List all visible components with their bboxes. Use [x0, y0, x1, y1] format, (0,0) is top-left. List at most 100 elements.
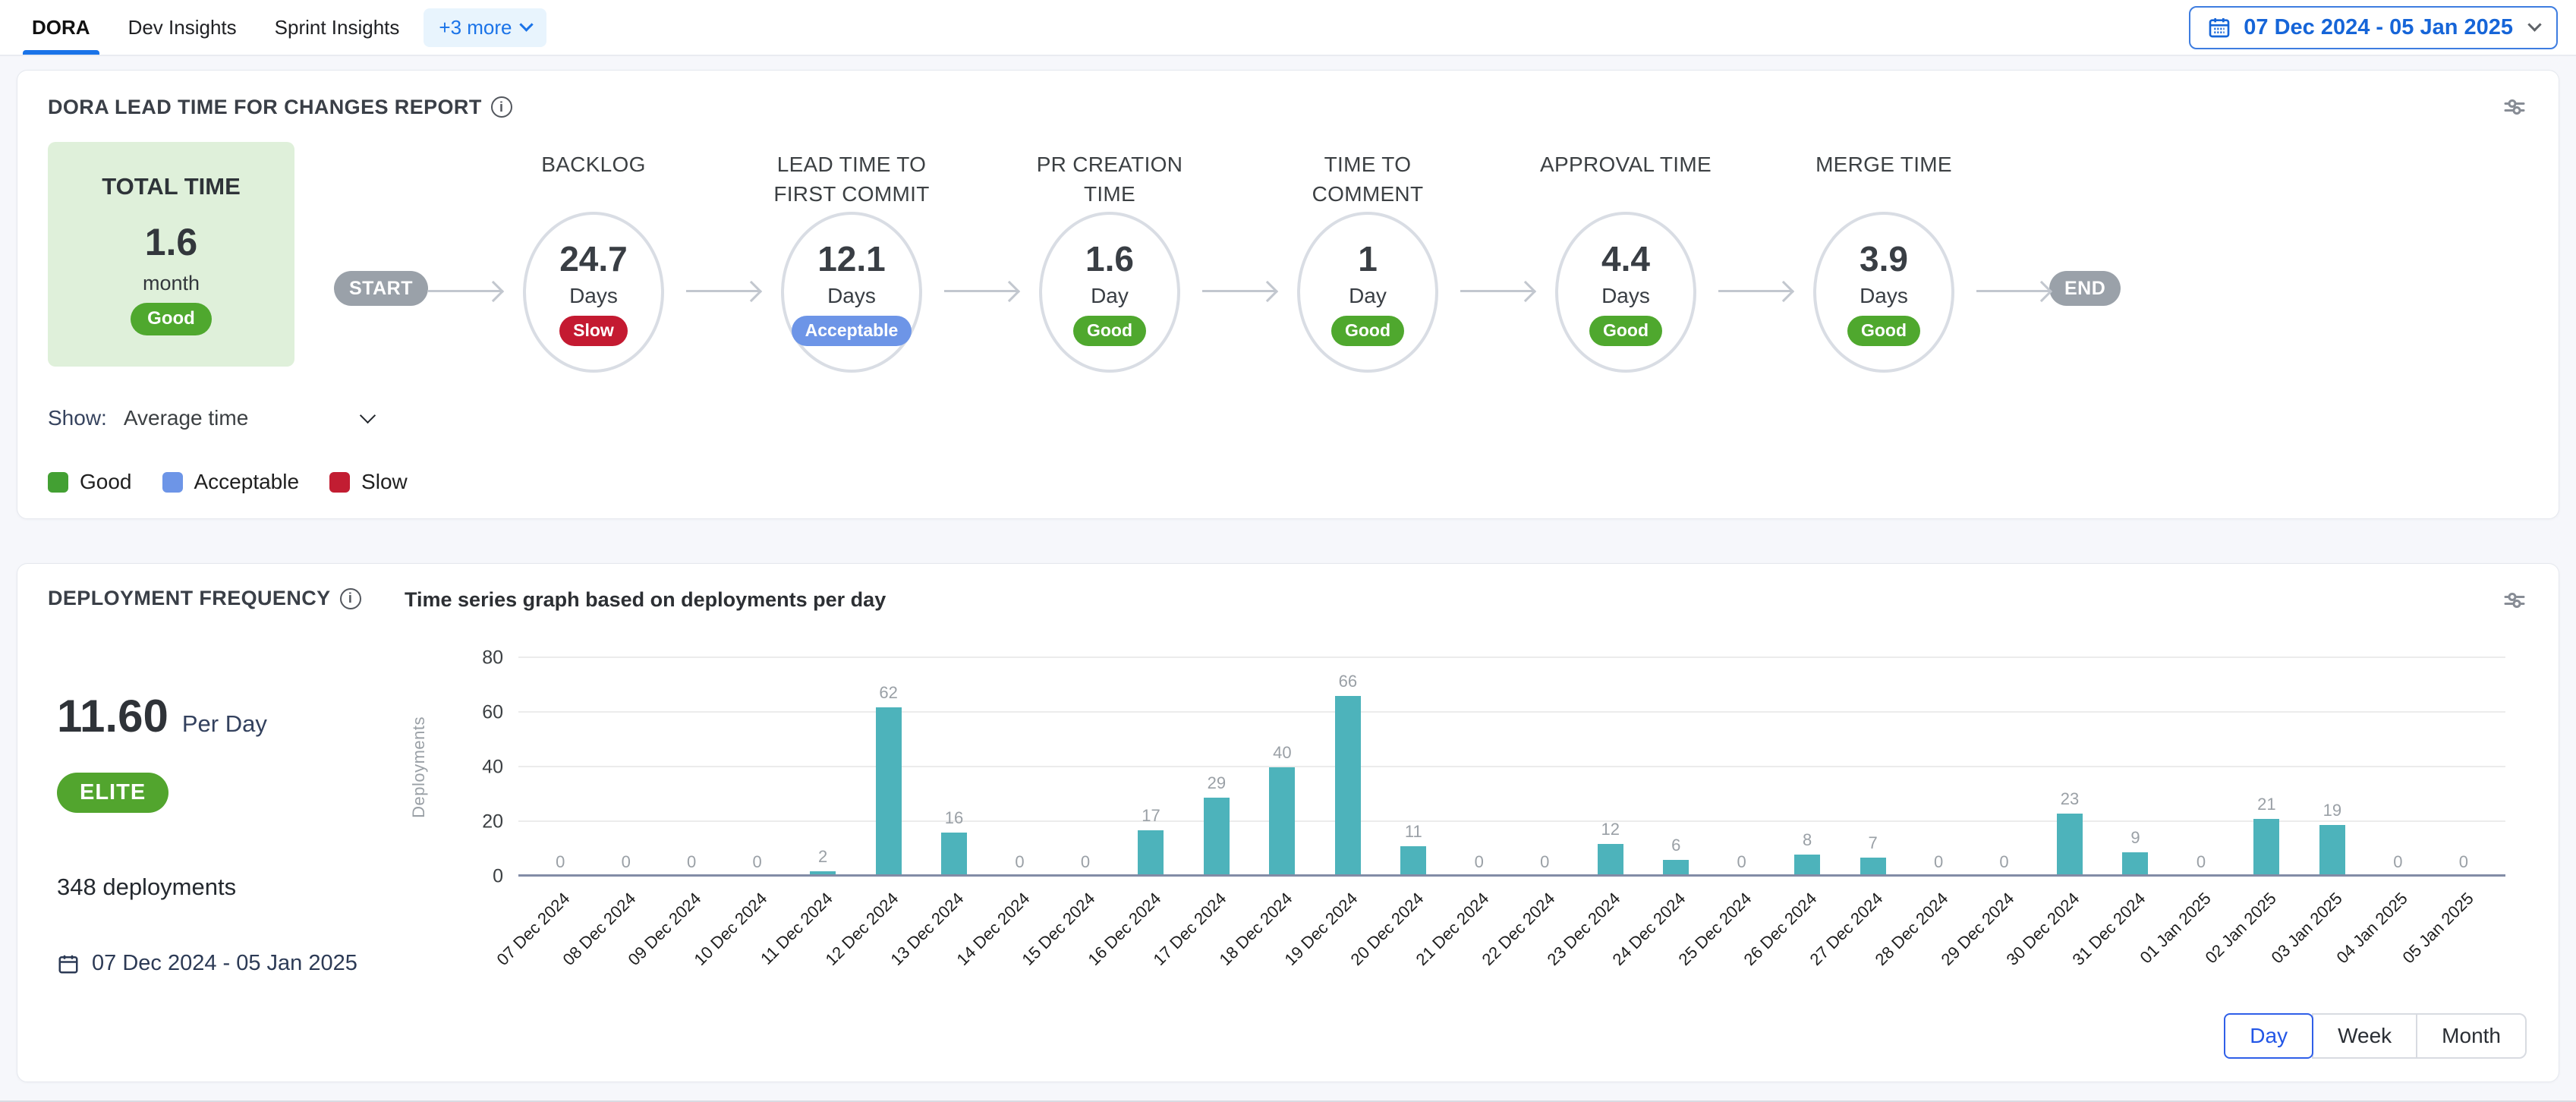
bar-value-label: 0	[556, 852, 565, 872]
stage-unit: Days	[1601, 284, 1650, 308]
chart-bar-slot: 1613 Dec 2024	[921, 658, 987, 877]
deployment-frequency-title: DEPLOYMENT FREQUENCY	[48, 587, 331, 610]
chart-bar-slot: 029 Dec 2024	[1971, 658, 2036, 877]
deployment-bar[interactable]	[2057, 814, 2083, 877]
chart-bar-slot: 4018 Dec 2024	[1249, 658, 1315, 877]
bar-value-label: 0	[1737, 852, 1746, 872]
bar-value-label: 23	[2061, 789, 2079, 809]
y-axis-tick-label: 0	[493, 866, 503, 888]
deployment-bar[interactable]	[1138, 830, 1164, 877]
calendar-icon	[57, 952, 80, 975]
chart-bar-slot: 6619 Dec 2024	[1315, 658, 1381, 877]
top-navigation-bar: DORA Dev Insights Sprint Insights +3 mor…	[0, 0, 2576, 56]
legend-item-good[interactable]: Good	[48, 470, 132, 494]
show-metric-dropdown[interactable]: Average time	[124, 406, 373, 430]
stage-status-badge: Good	[1073, 316, 1146, 346]
tab-dev-insights[interactable]: Dev Insights	[115, 0, 250, 55]
stage-status-badge: Good	[1847, 316, 1920, 346]
stage-title: LEAD TIME TO FIRST COMMIT	[759, 150, 944, 212]
flow-arrow	[944, 290, 1017, 292]
filter-sliders-icon[interactable]	[2501, 587, 2528, 614]
legend-label: Good	[80, 470, 132, 494]
bar-value-label: 0	[2459, 852, 2468, 872]
more-tabs-dropdown[interactable]: +3 more	[424, 8, 546, 47]
deployment-bar[interactable]	[1269, 767, 1295, 877]
bar-value-label: 11	[1405, 822, 1422, 842]
chart-bar-slot: 2330 Dec 2024	[2037, 658, 2102, 877]
chart-plot-area: Deployments 007 Dec 2024008 Dec 2024009 …	[518, 658, 2505, 877]
deployment-bar[interactable]	[2122, 852, 2148, 877]
stage-status-badge: Good	[1331, 316, 1404, 346]
total-time-unit: month	[143, 272, 200, 295]
deployment-bar[interactable]	[1335, 696, 1361, 877]
chart-bar-slot: 022 Dec 2024	[1512, 658, 1577, 877]
chart-bar-slot: 009 Dec 2024	[659, 658, 724, 877]
show-label: Show:	[48, 406, 107, 430]
bar-value-label: 0	[2197, 852, 2206, 872]
deployment-bar[interactable]	[2253, 819, 2279, 877]
chart-bar-slot: 008 Dec 2024	[593, 658, 658, 877]
deployment-bar[interactable]	[1794, 855, 1820, 877]
deployment-bar[interactable]	[1598, 844, 1623, 877]
info-icon[interactable]: i	[340, 588, 361, 609]
tab-dora[interactable]: DORA	[18, 0, 104, 55]
bar-value-label: 2	[818, 847, 827, 867]
bar-value-label: 0	[1081, 852, 1090, 872]
y-axis-tick-label: 80	[482, 647, 503, 669]
stage-node: 24.7 Days Slow	[523, 212, 664, 373]
granularity-month-button[interactable]: Month	[2416, 1013, 2527, 1059]
bar-value-label: 8	[1803, 830, 1812, 850]
flow-arrow	[1202, 290, 1275, 292]
tab-sprint-insights[interactable]: Sprint Insights	[261, 0, 414, 55]
granularity-day-button[interactable]: Day	[2224, 1013, 2313, 1059]
stage-time-to-comment: TIME TO COMMENT 1 Day Good	[1275, 150, 1460, 373]
stage-value: 4.4	[1601, 238, 1650, 279]
deployment-stats: 11.60 Per Day ELITE 348 deployments 07 D…	[48, 622, 405, 976]
deployment-bar[interactable]	[876, 707, 902, 877]
legend-item-acceptable[interactable]: Acceptable	[162, 470, 300, 494]
total-time-card: TOTAL TIME 1.6 month Good	[48, 142, 294, 367]
status-legend: Good Acceptable Slow	[48, 470, 2528, 494]
y-axis-tick-label: 40	[482, 757, 503, 779]
deployment-bar[interactable]	[2319, 825, 2345, 877]
chart-bar-slot: 004 Jan 2025	[2365, 658, 2430, 877]
bar-value-label: 0	[1475, 852, 1484, 872]
bar-value-label: 0	[687, 852, 696, 872]
lead-time-flow-diagram: TOTAL TIME 1.6 month Good START BACKLOG …	[48, 150, 2528, 373]
chart-bar-slot: 2917 Dec 2024	[1184, 658, 1249, 877]
stage-unit: Days	[827, 284, 876, 308]
chevron-down-icon	[360, 408, 376, 423]
stage-title: MERGE TIME	[1815, 150, 1952, 212]
granularity-week-button[interactable]: Week	[2312, 1013, 2417, 1059]
stage-title: BACKLOG	[541, 150, 645, 212]
chart-bar-slot: 211 Dec 2024	[790, 658, 855, 877]
y-axis-tick-label: 20	[482, 811, 503, 833]
total-time-label: TOTAL TIME	[102, 173, 241, 200]
stage-merge-time: MERGE TIME 3.9 Days Good	[1791, 150, 1976, 373]
bar-value-label: 6	[1671, 836, 1680, 855]
date-range-picker[interactable]: 07 Dec 2024 - 05 Jan 2025	[2189, 6, 2558, 49]
stage-unit: Day	[1349, 284, 1387, 308]
stage-value: 3.9	[1860, 238, 1908, 279]
deployment-bar[interactable]	[941, 833, 967, 877]
deployment-bar[interactable]	[1204, 798, 1230, 877]
deployment-bar[interactable]	[1400, 846, 1426, 877]
start-badge: START	[334, 271, 428, 306]
chart-bar-slot: 624 Dec 2024	[1643, 658, 1708, 877]
more-tabs-label: +3 more	[439, 16, 512, 39]
stage-status-badge: Acceptable	[792, 316, 912, 346]
bar-value-label: 0	[1015, 852, 1024, 872]
legend-item-slow[interactable]: Slow	[329, 470, 408, 494]
bar-value-label: 66	[1339, 672, 1357, 691]
filter-sliders-icon[interactable]	[2501, 93, 2528, 121]
bar-value-label: 40	[1273, 743, 1291, 763]
flow-arrow	[1460, 290, 1533, 292]
chart-bar-slot: 021 Dec 2024	[1447, 658, 1512, 877]
total-time-value: 1.6	[145, 220, 198, 264]
deployment-rate-unit: Per Day	[182, 710, 267, 738]
elite-tier-badge: ELITE	[57, 773, 168, 813]
bar-value-label: 0	[1934, 852, 1943, 872]
stage-node: 1 Day Good	[1297, 212, 1438, 373]
chart-bar-slot: 028 Dec 2024	[1906, 658, 1971, 877]
info-icon[interactable]: i	[491, 96, 512, 118]
